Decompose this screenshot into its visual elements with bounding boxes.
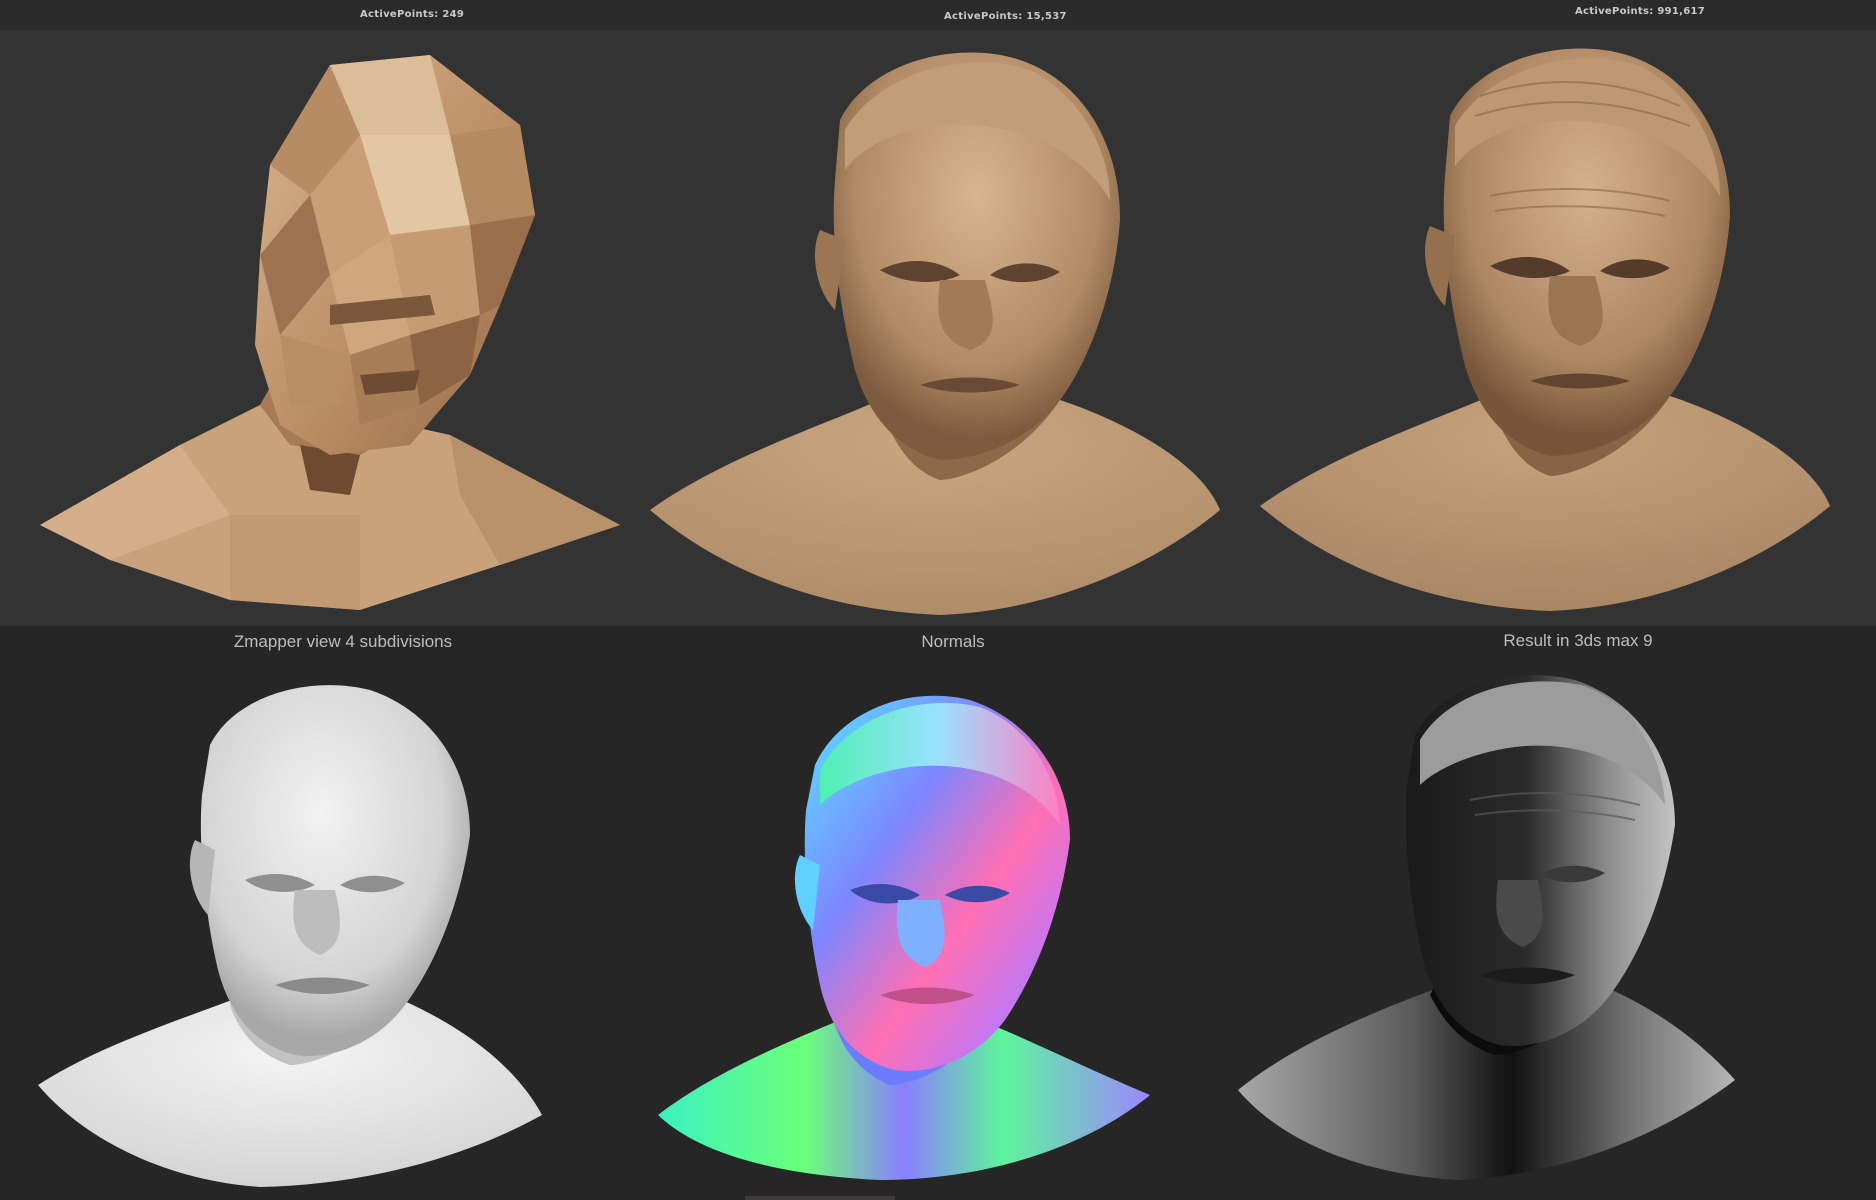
bust-normal-map-image <box>650 675 1170 1195</box>
caption-zmapper-view: Zmapper view 4 subdivisions <box>233 632 453 651</box>
active-points-label-3: ActivePoints: 991,617 <box>1575 6 1705 17</box>
bottom-edge-mark <box>745 1196 895 1200</box>
active-points-label-1: ActivePoints: 249 <box>360 9 465 20</box>
bust-mid-subdivision-image <box>640 40 1240 620</box>
bust-3dsmax-render-image <box>1230 660 1750 1200</box>
active-points-label-2: ActivePoints: 15,537 <box>944 11 1067 22</box>
caption-normals: Normals <box>921 632 985 651</box>
bust-low-poly-image <box>30 45 630 625</box>
comparison-sheet: ActivePoints: 249 ActivePoints: 15,537 A… <box>0 0 1876 1200</box>
caption-result-3dsmax: Result in 3ds max 9 <box>1503 631 1653 650</box>
bust-high-subdivision-image <box>1250 36 1850 616</box>
bust-zmapper-view-image <box>30 675 560 1195</box>
